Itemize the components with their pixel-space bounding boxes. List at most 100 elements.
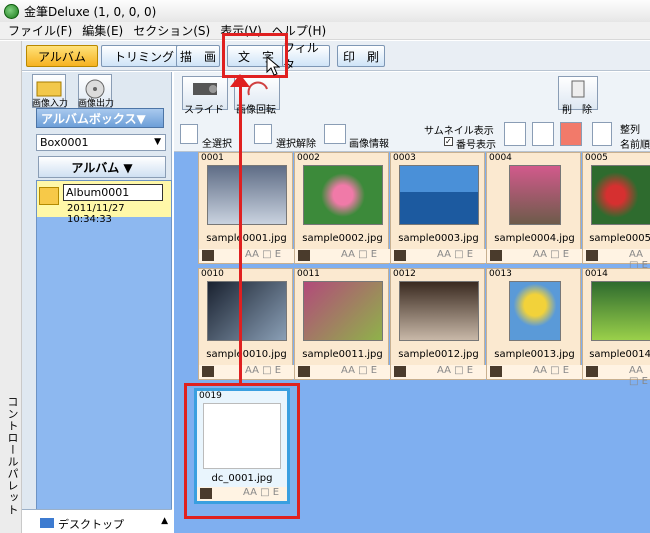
- thumbnail-card[interactable]: 0011 sample0011.jpg AA □ E: [294, 268, 390, 380]
- thumbnail-image: [303, 281, 383, 341]
- thumbnail-tools: AA □ E: [245, 365, 282, 376]
- thumbnail-filename: sample0014: [589, 349, 650, 360]
- thumbnail-number: 0002: [297, 153, 320, 163]
- thumbnail-number: 0011: [297, 269, 320, 279]
- thumbnail-card[interactable]: 0012 sample0012.jpg AA □ E: [390, 268, 486, 380]
- scroll-up-icon[interactable]: ▲: [161, 516, 168, 526]
- trash-icon: [571, 80, 585, 98]
- menu-edit[interactable]: 編集(E): [77, 22, 128, 39]
- thumbnail-bar: AA □ E: [391, 365, 486, 379]
- thumbnail-card[interactable]: 0001 sample0001.jpg AA □ E: [198, 152, 294, 264]
- annotation-arrow-head: [230, 74, 250, 87]
- camera-icon: [202, 250, 214, 261]
- album-box-button[interactable]: アルバムボックス▼: [36, 108, 164, 128]
- thumbnail-card[interactable]: 0002 sample0002.jpg AA □ E: [294, 152, 390, 264]
- thumbnail-filename: sample0005: [589, 233, 650, 244]
- image-info-button[interactable]: 画像情報: [349, 135, 389, 150]
- thumbnail-number: 0001: [201, 153, 224, 163]
- pin-icon[interactable]: [180, 124, 198, 144]
- box-select-value: Box0001: [40, 136, 89, 149]
- album-date: 2011/11/27 10:34:33: [67, 203, 125, 225]
- info-icon[interactable]: [324, 124, 346, 144]
- thumbnail-bar: AA □ E: [295, 249, 390, 263]
- deselect-button[interactable]: 選択解除: [276, 135, 316, 150]
- mode-tab-bar: アルバム トリミング 描 画 文 字 フィルタ 印 刷: [22, 41, 650, 72]
- thumbnail-image: [207, 281, 287, 341]
- annotation-arrow-line: [239, 82, 242, 384]
- thumbnail-card[interactable]: 0014 sample0014 AA □ E: [582, 268, 650, 387]
- chevron-down-icon: ▼: [154, 137, 161, 147]
- thumbnail-number: 0004: [489, 153, 512, 163]
- thumbnail-tools: AA □ E: [341, 365, 378, 376]
- thumbnail-image: [509, 281, 561, 341]
- card-view-button[interactable]: [504, 122, 526, 146]
- control-panel: 画像入力 画像出力 アルバムボックス▼ Box0001 ▼ アルバム ▼ Alb…: [22, 72, 172, 510]
- annotation-box-new-card: [184, 383, 300, 519]
- camera-icon: [586, 366, 598, 377]
- tab-draw[interactable]: 描 画: [176, 45, 220, 67]
- album-icon: [39, 187, 59, 205]
- camera-icon: [394, 250, 406, 261]
- thumbnail-image: [591, 281, 650, 341]
- thumbnail-bar: AA □ E: [583, 365, 650, 387]
- number-display-label: 番号表示: [456, 140, 496, 151]
- thumbnail-card[interactable]: 0010 sample0010.jpg AA □ E: [198, 268, 294, 380]
- small-view-button[interactable]: [592, 122, 612, 146]
- thumbnail-bar: AA □ E: [295, 365, 390, 379]
- thumbnail-filename: sample0004.jpg: [494, 233, 575, 244]
- thumbnail-image: [399, 165, 479, 225]
- control-palette-strip[interactable]: コントロールパレット: [0, 41, 22, 533]
- select-all-button[interactable]: 全選択: [202, 135, 232, 150]
- thumbnail-number: 0013: [489, 269, 512, 279]
- menu-file[interactable]: ファイル(F): [3, 22, 77, 39]
- medium-view-button[interactable]: [560, 122, 582, 146]
- thumbnail-card[interactable]: 0013 sample0013.jpg AA □ E: [486, 268, 582, 380]
- number-display-checkbox[interactable]: ✓: [444, 137, 453, 146]
- album-item[interactable]: Album0001 2011/11/27 10:34:33: [37, 181, 171, 225]
- camera-icon: [202, 366, 214, 377]
- album-list[interactable]: Album0001 2011/11/27 10:34:33: [36, 180, 172, 510]
- camera-icon: [298, 250, 310, 261]
- thumbnail-filename: sample0001.jpg: [206, 233, 287, 244]
- thumbnail-filename: sample0012.jpg: [398, 349, 479, 360]
- thumbnail-card[interactable]: 0003 sample0003.jpg AA □ E: [390, 152, 486, 264]
- camera-icon: [298, 366, 310, 377]
- thumbnail-tools: AA □ E: [341, 249, 378, 260]
- thumbnail-tools: AA □ E: [533, 365, 570, 376]
- album-name-field[interactable]: Album0001: [63, 184, 163, 201]
- thumbnail-image: [509, 165, 561, 225]
- camera-icon: [490, 366, 502, 377]
- thumbnail-image: [591, 165, 650, 225]
- menu-section[interactable]: セクション(S): [128, 22, 215, 39]
- tab-print[interactable]: 印 刷: [337, 45, 385, 67]
- folder-tree[interactable]: デスクトップ ▲: [22, 509, 172, 533]
- menu-bar: ファイル(F) 編集(E) セクション(S) 表示(V) ヘルプ(H): [0, 22, 650, 40]
- thumbnail-tools: AA □ E: [533, 249, 570, 260]
- thumbnail-display-label: サムネイル表示: [424, 126, 494, 137]
- thumbnail-number: 0005: [585, 153, 608, 163]
- tab-album[interactable]: アルバム: [26, 45, 98, 67]
- sort-select[interactable]: 名前順: [620, 136, 650, 151]
- thumbnail-card[interactable]: 0004 sample0004.jpg AA □ E: [486, 152, 582, 264]
- selection-toolbar: 全選択 選択解除 画像情報 サムネイル表示 ✓ 番号表示 整列 名前順: [174, 118, 650, 152]
- thumbnail-number: 0010: [201, 269, 224, 279]
- box-select[interactable]: Box0001 ▼: [36, 134, 166, 151]
- tab-filter[interactable]: フィルタ: [282, 41, 330, 72]
- camera-icon: [490, 250, 502, 261]
- thumbnail-number: 0014: [585, 269, 608, 279]
- camera-icon: [586, 250, 598, 261]
- thumbnail-number: 0012: [393, 269, 416, 279]
- thumbnail-image: [303, 165, 383, 225]
- thumbnail-card[interactable]: 0005 sample0005 AA □ E: [582, 152, 650, 271]
- thumbnail-bar: AA □ E: [199, 365, 294, 379]
- desktop-label[interactable]: デスクトップ: [58, 516, 124, 532]
- album-header-button[interactable]: アルバム ▼: [38, 156, 166, 178]
- tab-trimming[interactable]: トリミング: [101, 45, 187, 67]
- thumbnail-bar: AA □ E: [487, 365, 582, 379]
- app-icon: [4, 3, 19, 19]
- hand-icon[interactable]: [254, 124, 272, 144]
- camera-icon: [394, 366, 406, 377]
- thumbnail-tools: AA □ E: [245, 249, 282, 260]
- large-view-button[interactable]: [532, 122, 554, 146]
- thumbnail-image: [207, 165, 287, 225]
